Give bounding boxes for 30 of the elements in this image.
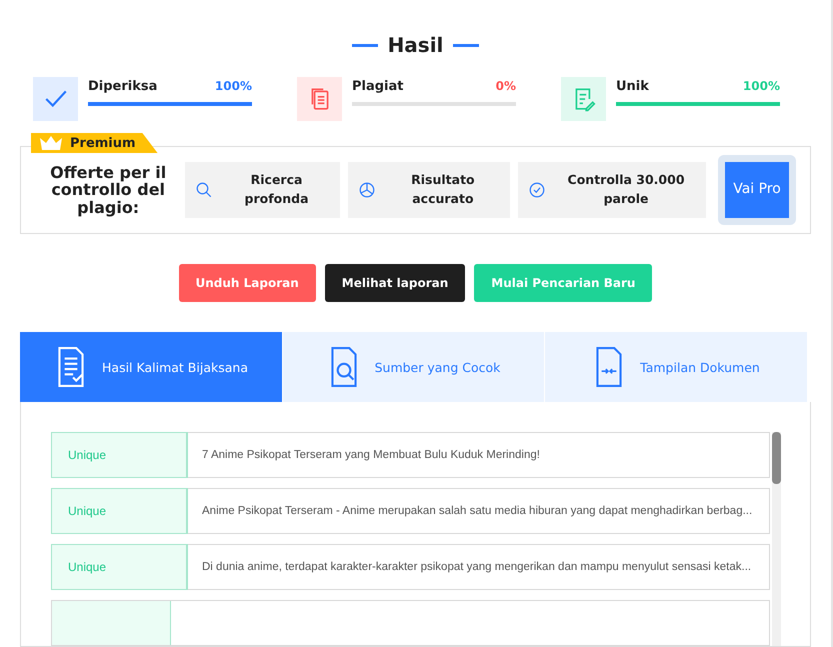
go-pro-button[interactable]: Vai Pro xyxy=(725,162,790,218)
status-label: Unique xyxy=(52,489,187,533)
action-button[interactable]: Melihat laporan xyxy=(324,264,466,302)
sentence-text: Di dunia anime, terdapat karakter-karakter psikopat yang mengerikan dan mampu menyulut sensasi ketak... xyxy=(201,560,752,575)
result-tab[interactable]: Tampilan Dokumen xyxy=(545,332,808,402)
sentence-text: Anime Psikopat Terseram - Anime merupakan salah satu media hiburan yang dapat menghadirkan berbag... xyxy=(201,504,754,519)
stat-value: 100% xyxy=(742,79,780,94)
premium-badge: Premium xyxy=(31,133,158,153)
stat-label: Unik xyxy=(616,79,649,94)
action-button[interactable]: Unduh Laporan xyxy=(178,264,316,302)
result-tab[interactable]: Hasil Kalimat Bijaksana xyxy=(20,332,283,402)
offer-card: Controlla 30.000 parole xyxy=(518,162,706,218)
offers-heading: Offerte per il controllo del plagio: xyxy=(49,164,168,217)
page-title: Hasil xyxy=(388,33,444,57)
status-label: Unique xyxy=(52,433,187,477)
status-label: Unique xyxy=(52,545,187,589)
stat-value: 0% xyxy=(496,79,516,94)
stat-label: Plagiat xyxy=(352,79,404,94)
sentence-text: 7 Anime Psikopat Terseram yang Membuat Bulu Kuduk Merinding! xyxy=(201,448,541,463)
pie-chart-icon xyxy=(358,181,376,200)
search-icon xyxy=(195,181,214,200)
offer-card: Risultato accurato xyxy=(348,162,510,218)
stat-label: Diperiksa xyxy=(88,79,158,94)
result-tab[interactable]: Sumber yang Cocok xyxy=(283,332,545,402)
action-button[interactable]: Mulai Pencarian Baru xyxy=(474,264,652,302)
offer-card: Ricerca profonda xyxy=(185,162,340,218)
stat-value: 100% xyxy=(214,79,252,94)
crown-icon xyxy=(39,135,63,151)
check-circle-icon xyxy=(528,181,546,200)
scrollbar[interactable] xyxy=(772,432,781,646)
